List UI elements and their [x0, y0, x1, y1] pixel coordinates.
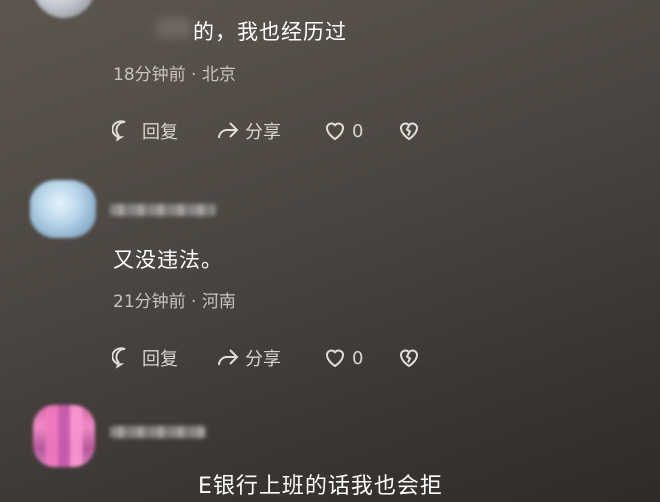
dislike-button[interactable] [396, 344, 422, 372]
comment-location: 北京 [201, 65, 236, 85]
reply-label: 回复 [142, 122, 178, 143]
comment-text: 又没违法。 [113, 248, 223, 272]
comment-time: 18分钟前 [113, 65, 186, 85]
video-caption: E银行上班的话我也会拒 [198, 474, 443, 499]
comment-time: 21分钟前 [113, 292, 186, 312]
blurred-username[interactable] [110, 426, 206, 438]
heart-icon [325, 122, 345, 141]
like-count: 0 [352, 347, 364, 369]
avatar[interactable] [33, 405, 95, 467]
meta-separator: · [191, 65, 197, 85]
blurred-username[interactable] [110, 204, 216, 216]
comment-meta: 18分钟前 · 北京 [113, 60, 236, 85]
comment-location: 河南 [201, 292, 236, 312]
broken-heart-icon [399, 122, 419, 141]
share-label: 分享 [245, 122, 281, 143]
dislike-button[interactable] [396, 117, 422, 145]
meta-separator: · [191, 292, 197, 312]
share-arrow-icon [218, 349, 239, 366]
like-count: 0 [352, 120, 364, 142]
comment-meta: 21分钟前 · 河南 [113, 287, 236, 312]
share-label: 分享 [245, 349, 281, 370]
share-arrow-icon [218, 122, 239, 139]
reply-label: 回复 [142, 349, 178, 370]
blurred-text [157, 18, 191, 38]
share-button[interactable]: 分享 [215, 117, 281, 145]
comment-bubble-icon [112, 120, 126, 142]
like-button[interactable]: 0 [322, 117, 363, 145]
reply-button[interactable]: 回复 [112, 117, 178, 145]
share-button[interactable]: 分享 [215, 344, 281, 372]
reply-button[interactable]: 回复 [112, 344, 178, 372]
like-button[interactable]: 0 [322, 344, 363, 372]
heart-icon [325, 349, 345, 368]
broken-heart-icon [399, 349, 419, 368]
avatar[interactable] [33, 0, 95, 18]
avatar[interactable] [30, 180, 96, 238]
comment-bubble-icon [112, 347, 126, 369]
comment-text: 的，我也经历过 [193, 20, 347, 44]
